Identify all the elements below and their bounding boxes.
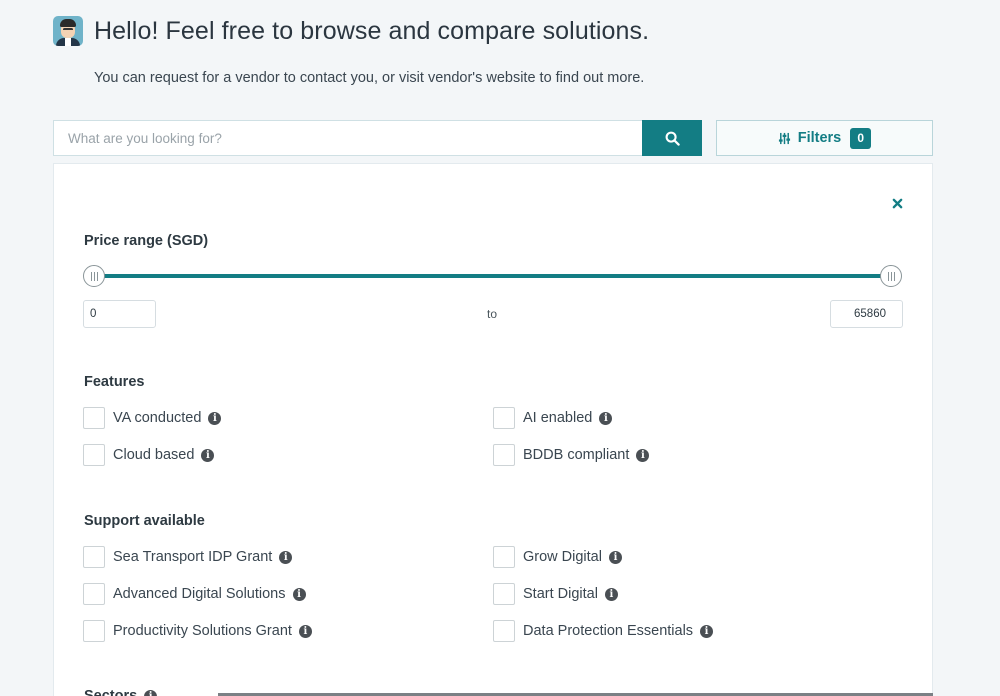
support-productivity-solutions-grant[interactable]: Productivity Solutions Grant i (83, 620, 312, 642)
range-to-label: to (487, 307, 498, 321)
checkbox[interactable] (493, 444, 515, 466)
checkbox-label: Data Protection Essentials (523, 623, 694, 639)
checkbox[interactable] (83, 407, 105, 429)
checkbox[interactable] (493, 407, 515, 429)
price-slider-track[interactable] (94, 274, 891, 278)
page-subtitle: You can request for a vendor to contact … (94, 70, 645, 86)
info-icon[interactable]: i (144, 689, 158, 696)
search-input[interactable] (54, 121, 642, 155)
info-icon[interactable]: i (201, 448, 215, 462)
support-grow-digital[interactable]: Grow Digital i (493, 546, 622, 568)
price-slider-max-handle[interactable] (880, 265, 902, 287)
info-icon[interactable]: i (279, 550, 293, 564)
info-icon[interactable]: i (604, 587, 618, 601)
avatar-icon (53, 16, 83, 46)
filters-label: Filters (797, 130, 842, 146)
price-min-input[interactable] (83, 300, 156, 328)
checkbox-label: Sea Transport IDP Grant (113, 549, 273, 565)
checkbox[interactable] (493, 620, 515, 642)
filters-button[interactable]: Filters 0 (716, 120, 933, 156)
checkbox-label: Grow Digital (523, 549, 602, 565)
support-advanced-digital-solutions[interactable]: Advanced Digital Solutions i (83, 583, 306, 605)
close-icon[interactable] (890, 196, 904, 210)
filter-panel: Price range (SGD) to Features VA conduct… (53, 163, 933, 696)
support-sea-transport-idp-grant[interactable]: Sea Transport IDP Grant i (83, 546, 293, 568)
price-range-title: Price range (SGD) (84, 233, 209, 249)
page-title: Hello! Feel free to browse and compare s… (94, 16, 650, 45)
checkbox[interactable] (493, 546, 515, 568)
checkbox-label: Cloud based (113, 447, 195, 463)
checkbox[interactable] (83, 444, 105, 466)
info-icon[interactable]: i (298, 624, 312, 638)
support-start-digital[interactable]: Start Digital i (493, 583, 618, 605)
page-header: Hello! Feel free to browse and compare s… (53, 16, 649, 46)
feature-va-conducted[interactable]: VA conducted i (83, 407, 222, 429)
sectors-title: Sectors (84, 688, 138, 696)
checkbox-label: Start Digital (523, 586, 598, 602)
info-icon[interactable]: i (292, 587, 306, 601)
checkbox[interactable] (493, 583, 515, 605)
search-button[interactable] (642, 120, 702, 156)
price-max-input[interactable] (830, 300, 903, 328)
search-box (53, 120, 642, 156)
info-icon[interactable]: i (608, 550, 622, 564)
features-title: Features (84, 374, 145, 390)
checkbox-label: VA conducted (113, 410, 202, 426)
checkbox-label: Productivity Solutions Grant (113, 623, 292, 639)
support-title: Support available (84, 513, 205, 529)
info-icon[interactable]: i (636, 448, 650, 462)
info-icon[interactable]: i (700, 624, 714, 638)
sliders-icon (778, 132, 790, 144)
checkbox-label: AI enabled (523, 410, 593, 426)
sectors-title-row: Sectors i (84, 688, 158, 696)
feature-ai-enabled[interactable]: AI enabled i (493, 407, 613, 429)
info-icon[interactable]: i (599, 411, 613, 425)
feature-bddb-compliant[interactable]: BDDB compliant i (493, 444, 650, 466)
support-data-protection-essentials[interactable]: Data Protection Essentials i (493, 620, 714, 642)
filters-count-badge: 0 (850, 127, 872, 149)
checkbox[interactable] (83, 583, 105, 605)
info-icon[interactable]: i (208, 411, 222, 425)
checkbox-label: Advanced Digital Solutions (113, 586, 286, 602)
price-slider-min-handle[interactable] (83, 265, 105, 287)
checkbox[interactable] (83, 620, 105, 642)
checkbox-label: BDDB compliant (523, 447, 630, 463)
feature-cloud-based[interactable]: Cloud based i (83, 444, 215, 466)
checkbox[interactable] (83, 546, 105, 568)
search-icon (665, 131, 680, 146)
